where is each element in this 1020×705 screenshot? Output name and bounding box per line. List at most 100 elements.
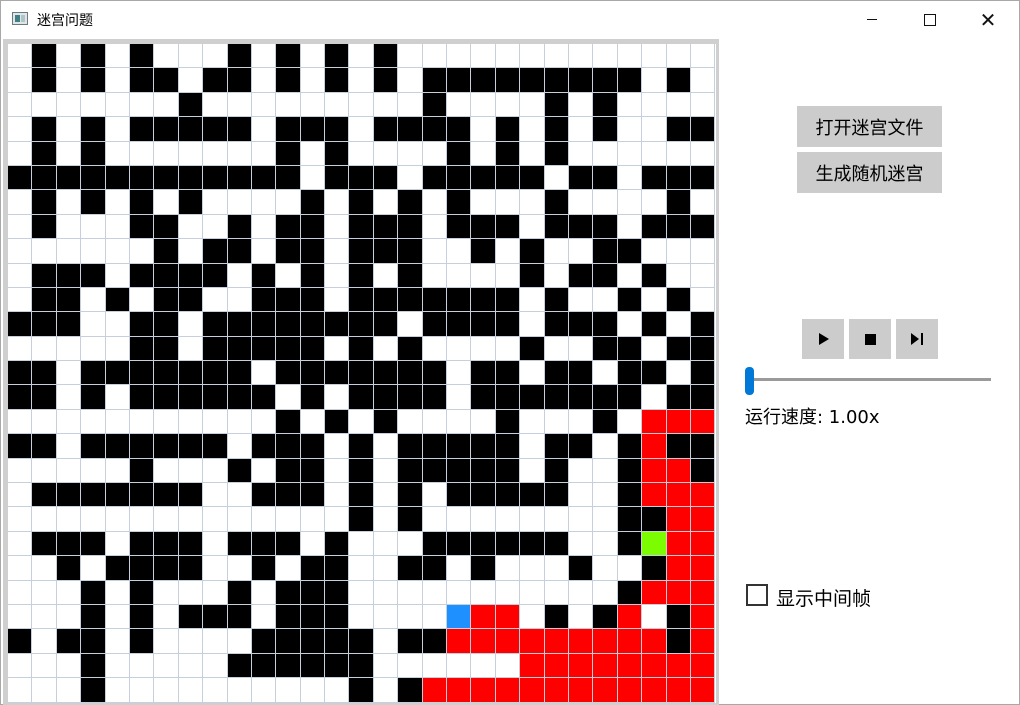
maze-cell-open	[227, 409, 252, 435]
maze-cell-wall	[593, 165, 618, 191]
maze-cell-open	[56, 117, 82, 142]
maze-cell-wall	[81, 190, 106, 215]
maze-cell-open	[593, 287, 618, 313]
maze-cell-open	[251, 458, 277, 484]
stop-button[interactable]	[849, 319, 891, 359]
maze-cell-open	[178, 507, 204, 532]
maze-cell-wall	[617, 507, 643, 532]
maze-cell-open	[203, 483, 228, 508]
maze-cell-wall	[129, 556, 155, 581]
maze-cell-path	[666, 507, 691, 532]
maze-cell-path	[471, 629, 496, 654]
slider-track[interactable]	[745, 378, 991, 381]
step-forward-button[interactable]	[896, 319, 938, 359]
maze-cell-wall	[32, 190, 57, 215]
title-bar[interactable]: 迷宫问题 ✕	[1, 1, 1019, 38]
show-intermediate-frames-label[interactable]: 显示中间帧	[776, 584, 871, 611]
maze-cell-wall	[373, 239, 399, 264]
maze-cell-path	[690, 531, 716, 557]
maze-cell-wall	[203, 361, 228, 386]
maze-cell-open	[471, 117, 496, 142]
maze-cell-wall	[56, 312, 82, 337]
maze-cell-open	[203, 141, 228, 166]
maximize-button[interactable]	[901, 1, 959, 38]
maze-cell-wall	[447, 190, 472, 215]
maze-cell-wall	[666, 336, 691, 362]
maze-cell-wall	[276, 434, 301, 459]
maze-cell-wall	[178, 385, 204, 410]
maze-cell-wall	[422, 434, 448, 459]
speed-slider[interactable]	[745, 365, 991, 395]
maze-cell-wall	[617, 531, 643, 557]
maze-cell-open	[568, 483, 594, 508]
maze-cell-wall	[300, 336, 326, 362]
slider-thumb[interactable]	[745, 367, 754, 395]
maze-cell-open	[56, 44, 82, 69]
maze-cell-open	[495, 653, 521, 679]
minimize-button[interactable]	[843, 1, 901, 38]
maze-cell-open	[178, 239, 204, 264]
show-intermediate-frames-checkbox[interactable]	[746, 584, 768, 606]
maze-cell-wall	[178, 92, 204, 118]
maze-cell-wall	[642, 507, 667, 532]
maze-cell-wall	[251, 629, 277, 654]
maze-cell-open	[227, 434, 252, 459]
open-maze-file-button[interactable]: 打开迷宫文件	[797, 106, 942, 147]
maze-cell-wall	[154, 68, 179, 93]
maze-cell-wall	[471, 68, 496, 93]
maze-cell-open	[276, 190, 301, 215]
maze-cell-open	[325, 214, 350, 240]
maze-cell-wall	[520, 263, 545, 288]
maze-cell-open	[349, 580, 374, 605]
maze-cell-path	[690, 483, 716, 508]
maze-cell-open	[593, 44, 618, 69]
close-button[interactable]: ✕	[959, 1, 1017, 38]
maze-cell-wall	[422, 531, 448, 557]
play-button[interactable]	[802, 319, 844, 359]
maze-cell-wall	[349, 263, 374, 288]
maze-cell-wall	[568, 165, 594, 191]
maze-cell-path	[690, 629, 716, 654]
maze-cell-wall	[617, 68, 643, 93]
maze-cell-open	[520, 458, 545, 484]
maze-cell-path	[690, 653, 716, 679]
maze-cell-open	[617, 92, 643, 118]
maze-cell-wall	[495, 287, 521, 313]
maze-cell-open	[447, 653, 472, 679]
maze-cell-wall	[154, 263, 179, 288]
maze-cell-open	[666, 361, 691, 386]
maze-cell-open	[300, 507, 326, 532]
maze-cell-wall	[471, 556, 496, 581]
maze-cell-open	[568, 580, 594, 605]
maze-cell-wall	[398, 629, 423, 654]
maze-cell-wall	[178, 531, 204, 557]
maze-cell-wall	[373, 214, 399, 240]
maze-cell-wall	[325, 141, 350, 166]
maze-cell-wall	[422, 556, 448, 581]
maze-cell-open	[154, 604, 179, 630]
maze-cell-wall	[471, 287, 496, 313]
generate-random-maze-button[interactable]: 生成随机迷宫	[797, 152, 942, 193]
maze-cell-wall	[471, 361, 496, 386]
maze-cell-wall	[154, 385, 179, 410]
maze-cell-open	[373, 434, 399, 459]
maze-cell-open	[154, 190, 179, 215]
maze-cell-open	[154, 141, 179, 166]
maze-cell-open	[544, 336, 569, 362]
maze-cell-wall	[154, 434, 179, 459]
maze-cell-open	[129, 507, 155, 532]
maze-cell-open	[32, 507, 57, 532]
maze-cell-path	[520, 678, 545, 703]
maze-cell-wall	[544, 385, 569, 410]
maze-cell-open	[422, 141, 448, 166]
maze-cell-open	[8, 556, 33, 581]
maze-cell-wall	[251, 336, 277, 362]
maze-cell-wall	[227, 336, 252, 362]
maze-cell-open	[300, 409, 326, 435]
maze-cell-wall	[398, 507, 423, 532]
maze-cell-wall	[495, 483, 521, 508]
maze-grid[interactable]	[8, 44, 716, 703]
maze-cell-open	[690, 239, 716, 264]
maze-cell-open	[251, 239, 277, 264]
maze-cell-wall	[178, 263, 204, 288]
